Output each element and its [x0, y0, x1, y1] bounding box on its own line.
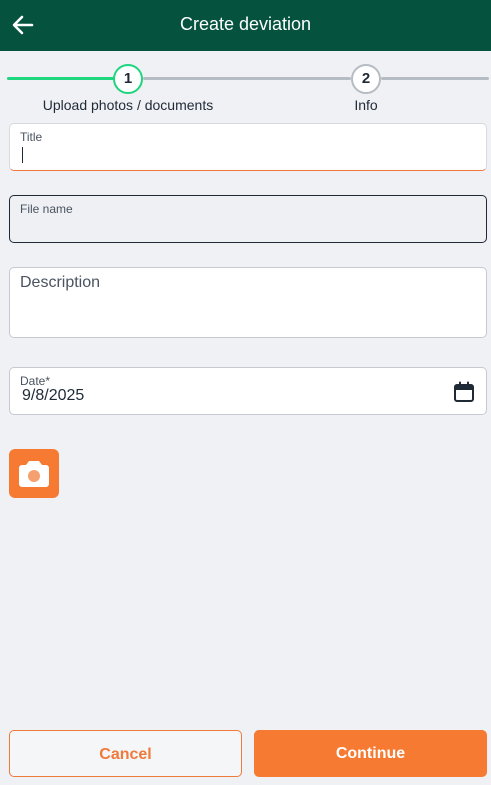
step-progress-line-complete: [7, 77, 115, 80]
title-field-label: Title: [20, 130, 43, 144]
continue-button[interactable]: Continue: [254, 730, 487, 777]
page-title: Create deviation: [179, 14, 312, 34]
cancel-button[interactable]: Cancel: [9, 730, 242, 777]
step-1-label: Upload photos / documents: [42, 97, 214, 113]
description-field-placeholder: Description: [20, 274, 101, 291]
camera-icon: [19, 461, 49, 487]
calendar-button[interactable]: [452, 380, 476, 404]
app-header: Create deviation: [0, 0, 491, 51]
step-2-label: Info: [354, 97, 378, 113]
text-cursor: [22, 147, 23, 163]
date-field[interactable]: Date* 9/8/2025: [9, 367, 487, 415]
add-photo-button[interactable]: [9, 449, 59, 498]
step-1-indicator[interactable]: 1: [113, 64, 143, 94]
file-name-field[interactable]: File name: [9, 195, 487, 243]
file-name-field-label: File name: [20, 202, 73, 216]
step-progress-line-pending: [143, 77, 351, 80]
progress-stepper: 1 2 Upload photos / documents Info: [0, 51, 491, 119]
title-field[interactable]: Title: [9, 123, 487, 171]
step-2-indicator[interactable]: 2: [351, 64, 381, 94]
step-progress-line-pending: [381, 77, 489, 80]
description-field[interactable]: Description: [9, 267, 487, 338]
calendar-icon: [454, 381, 474, 402]
date-field-label: Date*: [20, 374, 51, 388]
date-value: 9/8/2025: [22, 387, 85, 404]
